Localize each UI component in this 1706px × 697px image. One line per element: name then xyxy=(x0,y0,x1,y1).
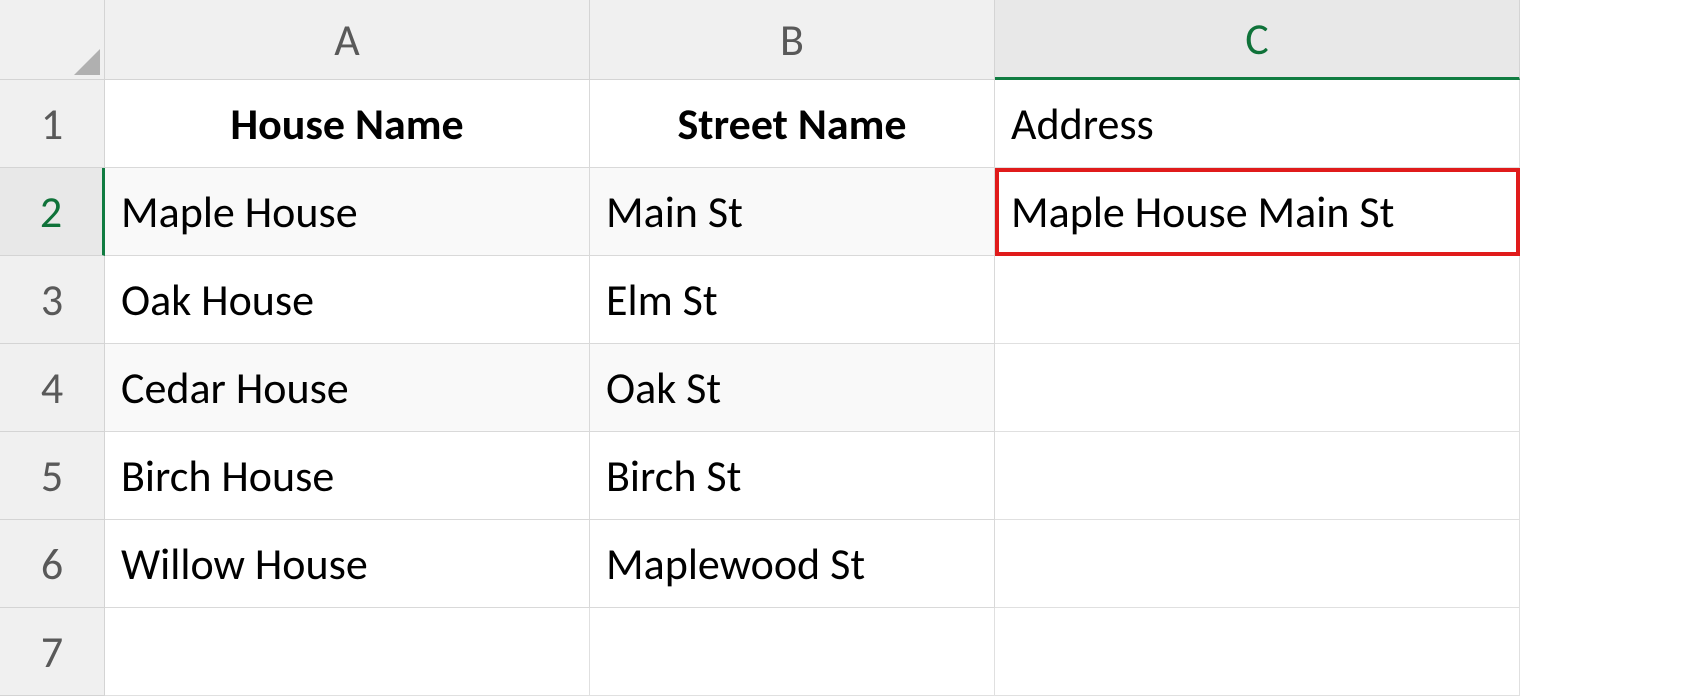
cell-A4[interactable]: Cedar House xyxy=(105,344,590,432)
row-header-3[interactable]: 3 xyxy=(0,256,105,344)
row-header-4[interactable]: 4 xyxy=(0,344,105,432)
cell-B4[interactable]: Oak St xyxy=(590,344,995,432)
column-header-A[interactable]: A xyxy=(105,0,590,80)
cell-B5[interactable]: Birch St xyxy=(590,432,995,520)
cell-A6[interactable]: Willow House xyxy=(105,520,590,608)
cell-A1[interactable]: House Name xyxy=(105,80,590,168)
row-header-5[interactable]: 5 xyxy=(0,432,105,520)
cell-C5[interactable] xyxy=(995,432,1520,520)
column-header-B[interactable]: B xyxy=(590,0,995,80)
cell-A5[interactable]: Birch House xyxy=(105,432,590,520)
cell-C4[interactable] xyxy=(995,344,1520,432)
cell-C2[interactable]: Maple House Main St xyxy=(995,168,1520,256)
cell-B3[interactable]: Elm St xyxy=(590,256,995,344)
cell-B7[interactable] xyxy=(590,608,995,696)
row-header-7[interactable]: 7 xyxy=(0,608,105,696)
column-header-C[interactable]: C xyxy=(995,0,1520,80)
cell-A2[interactable]: Maple House xyxy=(105,168,590,256)
row-header-6[interactable]: 6 xyxy=(0,520,105,608)
cell-B1[interactable]: Street Name xyxy=(590,80,995,168)
select-all-corner[interactable] xyxy=(0,0,105,80)
row-header-2[interactable]: 2 xyxy=(0,168,105,256)
cell-C1[interactable]: Address xyxy=(995,80,1520,168)
cell-C6[interactable] xyxy=(995,520,1520,608)
spreadsheet-grid: A B C 1 House Name Street Name Address 2… xyxy=(0,0,1706,696)
cell-B6[interactable]: Maplewood St xyxy=(590,520,995,608)
cell-C3[interactable] xyxy=(995,256,1520,344)
cell-C7[interactable] xyxy=(995,608,1520,696)
row-header-1[interactable]: 1 xyxy=(0,80,105,168)
cell-B2[interactable]: Main St xyxy=(590,168,995,256)
cell-A3[interactable]: Oak House xyxy=(105,256,590,344)
cell-A7[interactable] xyxy=(105,608,590,696)
